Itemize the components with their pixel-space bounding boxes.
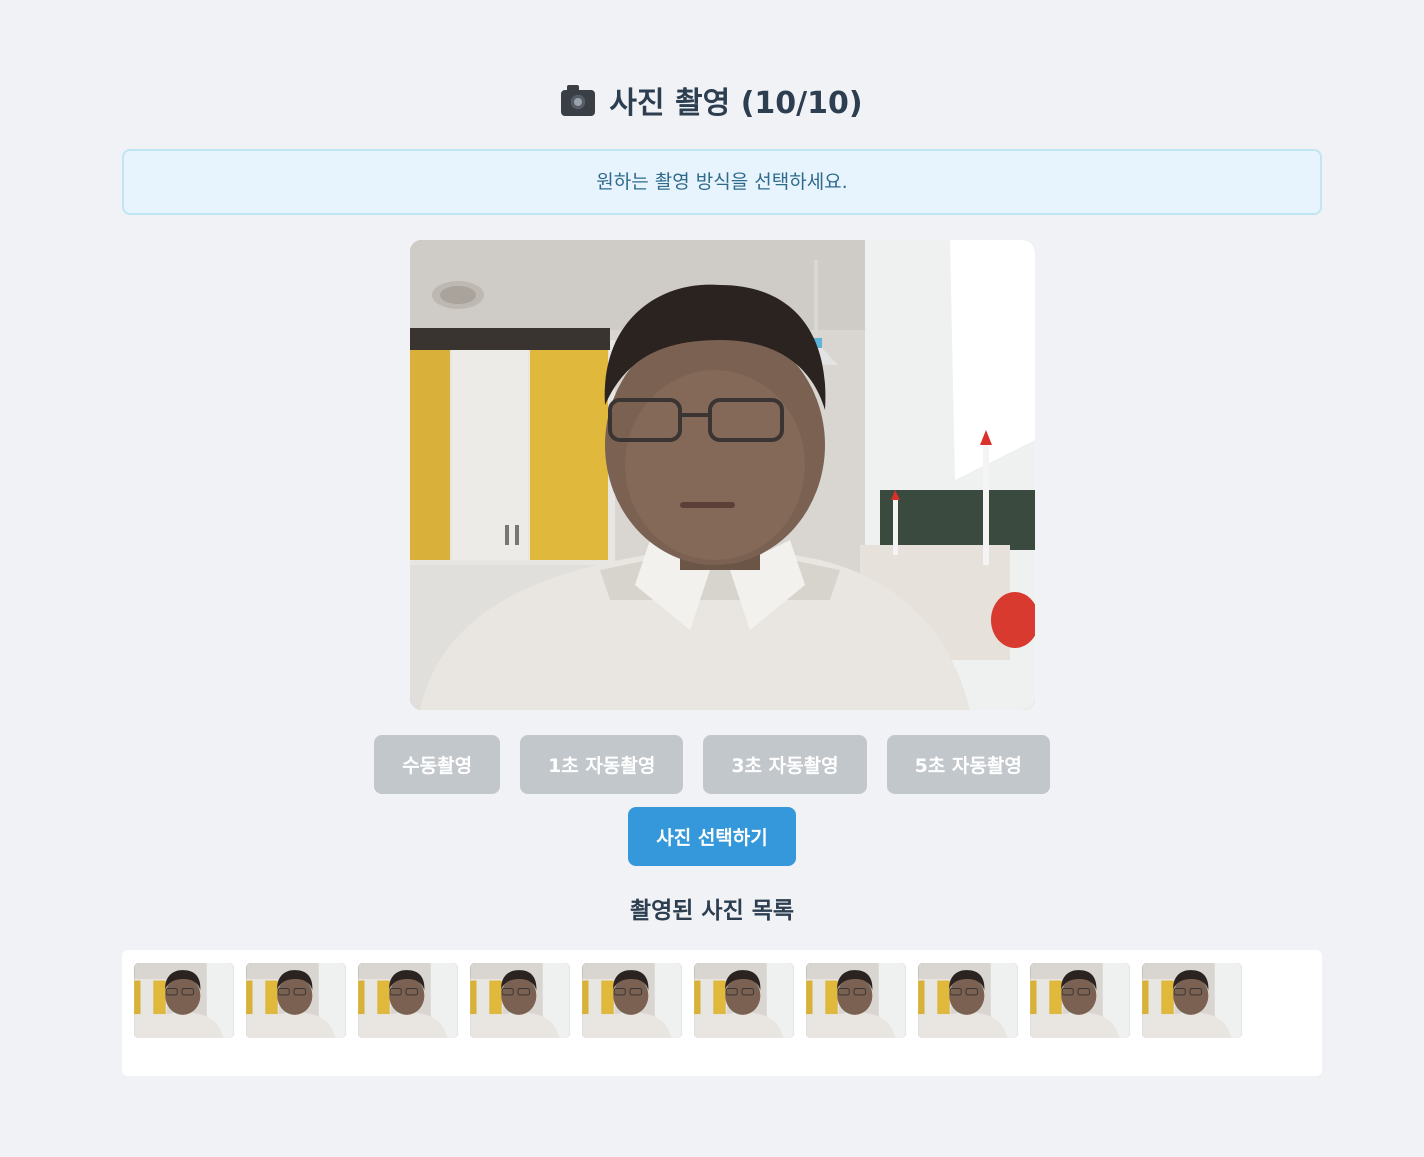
info-banner: 원하는 촬영 방식을 선택하세요.	[122, 149, 1322, 215]
photo-thumbnail[interactable]	[470, 963, 570, 1038]
photo-thumbnail[interactable]	[806, 963, 906, 1038]
auto-capture-5s-button[interactable]: 5초 자동촬영	[886, 735, 1050, 794]
photo-thumbnail[interactable]	[134, 963, 234, 1038]
photo-thumbnail[interactable]	[358, 963, 458, 1038]
manual-capture-button[interactable]: 수동촬영	[374, 735, 501, 794]
photo-capture-page: 사진 촬영 (10/10) 원하는 촬영 방식을 선택하세요. 수동촬영 1초 …	[0, 0, 1424, 1157]
photo-gallery	[122, 950, 1322, 1076]
photo-thumbnail[interactable]	[918, 963, 1018, 1038]
photo-thumbnail[interactable]	[246, 963, 346, 1038]
gallery-title: 촬영된 사진 목록	[629, 898, 795, 924]
page-title-text: 사진 촬영 (10/10)	[609, 86, 863, 121]
auto-capture-3s-button[interactable]: 3초 자동촬영	[703, 735, 867, 794]
photo-thumbnail[interactable]	[582, 963, 682, 1038]
select-button-row: 사진 선택하기	[0, 807, 1424, 866]
capture-button-row: 수동촬영 1초 자동촬영 3초 자동촬영 5초 자동촬영	[0, 735, 1424, 794]
photo-thumbnail[interactable]	[694, 963, 794, 1038]
auto-capture-1s-button[interactable]: 1초 자동촬영	[520, 735, 684, 794]
select-photos-button[interactable]: 사진 선택하기	[628, 807, 796, 866]
camera-icon	[561, 85, 596, 116]
photo-thumbnail[interactable]	[1142, 963, 1242, 1038]
page-title: 사진 촬영 (10/10)	[0, 84, 1424, 124]
camera-preview	[410, 240, 1035, 710]
photo-thumbnail[interactable]	[1030, 963, 1130, 1038]
camera-preview-image	[410, 240, 1035, 710]
